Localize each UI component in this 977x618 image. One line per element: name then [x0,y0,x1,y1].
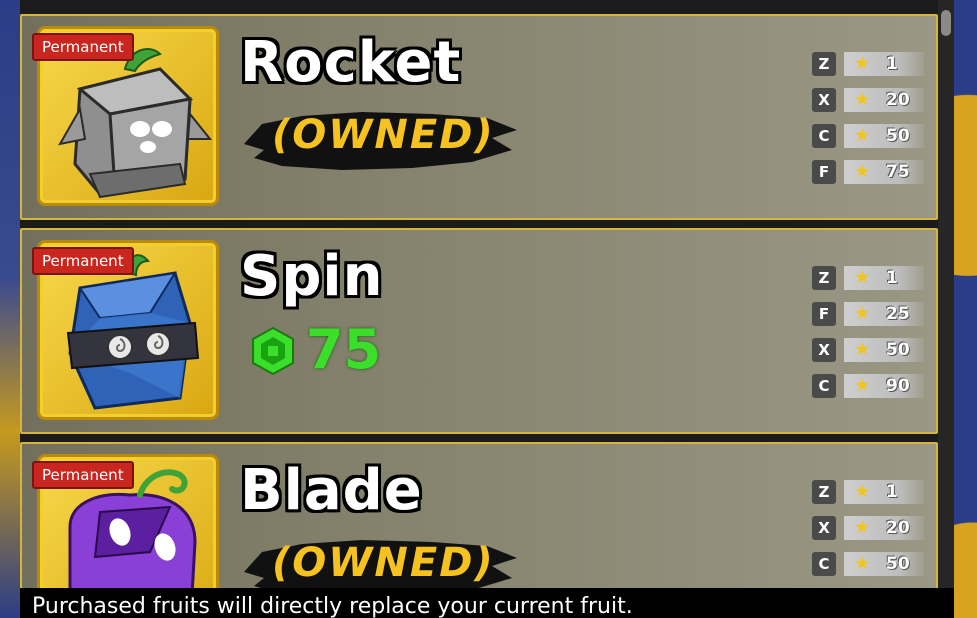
move-key: X [812,338,836,362]
mastery-level: 25 [886,304,910,324]
fruit-name: Spin [240,244,384,309]
mastery-requirement: ★ 1 [844,52,924,76]
star-icon: ★ [854,89,871,110]
star-icon: ★ [854,267,871,288]
star-icon: ★ [854,553,871,574]
move-row: Z ★ 1 [812,266,924,290]
mastery-level: 1 [886,268,898,288]
move-row: Z ★ 1 [812,480,924,504]
move-row: X ★ 20 [812,516,924,540]
owned-status: (OWNED) [242,106,522,176]
owned-label: (OWNED) [272,540,495,586]
scrollbar-thumb[interactable] [941,10,951,36]
move-key: C [812,124,836,148]
move-key: F [812,302,836,326]
robux-icon [252,326,294,376]
mastery-requirement: ★ 50 [844,552,924,576]
mastery-requirement: ★ 50 [844,124,924,148]
mastery-requirement: ★ 20 [844,88,924,112]
star-icon: ★ [854,53,871,74]
star-icon: ★ [854,517,871,538]
mastery-requirement: ★ 75 [844,160,924,184]
star-icon: ★ [854,161,871,182]
fruit-name: Blade [240,458,423,523]
star-icon: ★ [854,303,871,324]
move-key: Z [812,52,836,76]
mastery-level: 1 [886,482,898,502]
move-row: C ★ 50 [812,124,924,148]
move-key: Z [812,266,836,290]
star-icon: ★ [854,339,871,360]
move-row: C ★ 50 [812,552,924,576]
mastery-requirement: ★ 50 [844,338,924,362]
move-key: X [812,88,836,112]
move-row: F ★ 25 [812,302,924,326]
move-key: C [812,552,836,576]
star-icon: ★ [854,481,871,502]
mastery-level: 90 [886,376,910,396]
move-key: X [812,516,836,540]
mastery-requirement: ★ 1 [844,480,924,504]
move-row: X ★ 50 [812,338,924,362]
fruit-card-spin[interactable]: Permanent Spin 75 Z ★ 1 F ★ 25 X ★ 50 C … [20,228,938,434]
mastery-requirement: ★ 90 [844,374,924,398]
move-row: C ★ 90 [812,374,924,398]
move-row: X ★ 20 [812,88,924,112]
mastery-level: 50 [886,554,910,574]
star-icon: ★ [854,375,871,396]
price-value: 75 [306,318,382,381]
mastery-requirement: ★ 1 [844,266,924,290]
move-row: Z ★ 1 [812,52,924,76]
mastery-level: 75 [886,162,910,182]
scrollbar-track[interactable] [938,0,954,588]
permanent-badge: Permanent [32,33,134,61]
mastery-requirement: ★ 25 [844,302,924,326]
mastery-level: 50 [886,126,910,146]
mastery-level: 20 [886,90,910,110]
move-row: F ★ 75 [812,160,924,184]
owned-label: (OWNED) [272,112,495,158]
permanent-badge: Permanent [32,461,134,489]
fruit-shop-list[interactable]: Permanent Rocket (OWNED) Z ★ 1 X ★ 20 C … [20,0,940,588]
fruit-name: Rocket [240,30,462,95]
move-key: C [812,374,836,398]
permanent-badge: Permanent [32,247,134,275]
footer-note: Purchased fruits will directly replace y… [20,588,954,618]
star-icon: ★ [854,125,871,146]
mastery-level: 20 [886,518,910,538]
fruit-card-rocket[interactable]: Permanent Rocket (OWNED) Z ★ 1 X ★ 20 C … [20,14,938,220]
mastery-requirement: ★ 20 [844,516,924,540]
mastery-level: 50 [886,340,910,360]
owned-status: (OWNED) [242,534,522,588]
fruit-card-blade[interactable]: Permanent Blade (OWNED) Z ★ 1 X ★ 20 C ★… [20,442,938,588]
move-key: F [812,160,836,184]
move-key: Z [812,480,836,504]
mastery-level: 1 [886,54,898,74]
